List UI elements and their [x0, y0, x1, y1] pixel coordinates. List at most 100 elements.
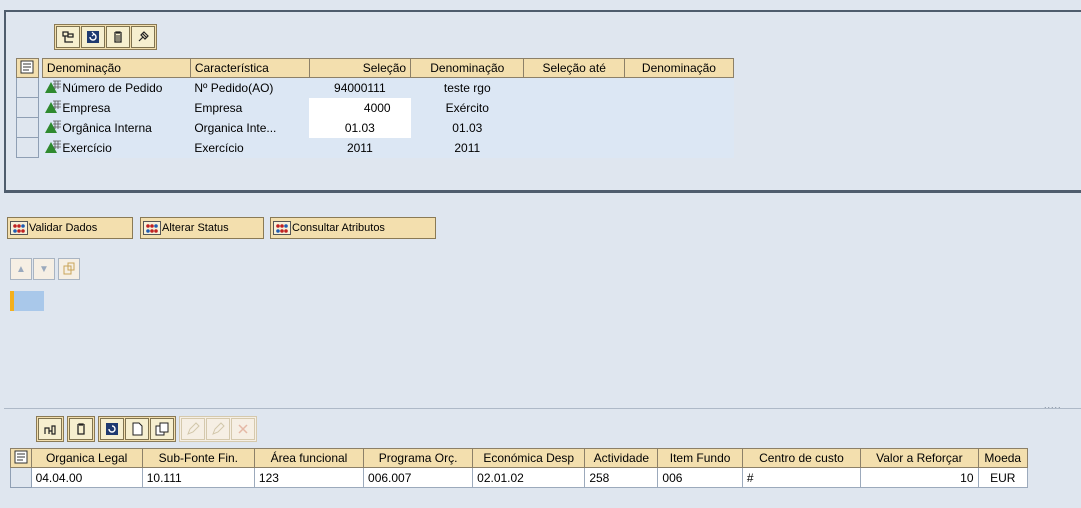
cell-sub-fonte[interactable]: 10.111 — [141, 467, 255, 488]
col-moeda[interactable]: Moeda — [977, 448, 1029, 468]
characteristic-icon — [44, 120, 62, 134]
col-actividade[interactable]: Actividade — [584, 448, 659, 468]
row-selecao[interactable]: 94000111 — [309, 77, 411, 98]
trash-icon — [77, 423, 85, 435]
cell-economica[interactable]: 02.01.02 — [472, 467, 586, 488]
cell-actividade[interactable]: 258 — [584, 467, 659, 488]
hierarchy-button[interactable] — [56, 26, 80, 48]
cell-organica-legal[interactable]: 04.04.00 — [30, 467, 143, 488]
col-programa[interactable]: Programa Orç. — [363, 448, 474, 468]
col-denominacao-2[interactable]: Denominação — [410, 58, 525, 78]
delete-disabled-button — [231, 418, 255, 440]
row-selecao-ate[interactable] — [523, 97, 625, 118]
move-down-button[interactable]: ▼ — [33, 258, 55, 280]
move-up-button[interactable]: ▲ — [10, 258, 32, 280]
row-selector[interactable] — [16, 137, 39, 158]
col-sub-fonte[interactable]: Sub-Fonte Fin. — [141, 448, 255, 468]
row-selecao[interactable]: 4000 — [309, 97, 411, 118]
col-centro-custo[interactable]: Centro de custo — [741, 448, 862, 468]
selection-row[interactable]: Exercício Exercício 2011 2011 — [16, 137, 734, 158]
validar-dados-button[interactable]: Validar Dados — [7, 217, 133, 239]
col-caracteristica[interactable]: Característica — [189, 58, 310, 78]
col-denominacao[interactable]: Denominação — [41, 58, 191, 78]
cell-area-funcional[interactable]: 123 — [253, 467, 365, 488]
tree-selected-node[interactable] — [14, 291, 44, 311]
expand-button[interactable] — [58, 258, 80, 280]
variant-button[interactable] — [131, 26, 155, 48]
col-valor[interactable]: Valor a Reforçar — [860, 448, 979, 468]
delete-button[interactable] — [106, 26, 130, 48]
tree-toolbar: ▲ ▼ — [10, 258, 80, 280]
cell-valor[interactable]: 10 — [860, 467, 979, 488]
delete-row-button[interactable] — [69, 418, 93, 440]
new-document-icon — [132, 422, 143, 436]
row-denominacao: Número de Pedido — [62, 81, 163, 96]
row-caracteristica: Nº Pedido(AO) — [190, 77, 310, 98]
row-caracteristica: Exercício — [190, 137, 310, 158]
detail-group — [36, 416, 64, 442]
detail-button[interactable] — [38, 418, 62, 440]
validar-dados-label: Validar Dados — [29, 222, 98, 234]
selection-toolbar — [54, 24, 157, 50]
execute-icon — [273, 221, 291, 235]
col-denominacao-3[interactable]: Denominação — [623, 58, 735, 78]
copy-row-button[interactable] — [150, 418, 174, 440]
selection-row[interactable]: Empresa Empresa 4000 Exército — [16, 97, 734, 118]
consultar-atributos-button[interactable]: Consultar Atributos — [270, 217, 436, 239]
refresh-icon — [87, 31, 99, 43]
row-denominacao: Empresa — [62, 101, 111, 115]
trash-icon — [114, 31, 122, 43]
copy-icon — [155, 422, 169, 436]
row-denominacao-3 — [624, 117, 734, 138]
alterar-status-label: Alterar Status — [162, 222, 229, 234]
row-selector[interactable] — [16, 117, 39, 138]
alterar-status-button[interactable]: Alterar Status — [140, 217, 264, 239]
arrow-up-icon: ▲ — [16, 263, 26, 275]
row-selecao-ate[interactable] — [523, 137, 625, 158]
cell-programa[interactable]: 006.007 — [363, 467, 474, 488]
row-denominacao-2: teste rgo — [410, 77, 524, 98]
row-denominacao-2: Exército — [410, 97, 524, 118]
col-selecao[interactable]: Seleção — [308, 58, 412, 78]
cell-item-fundo[interactable]: 006 — [657, 467, 743, 488]
row-selector[interactable] — [10, 467, 32, 488]
select-all-icon[interactable] — [10, 448, 32, 468]
select-all-icon[interactable] — [16, 58, 39, 78]
characteristic-icon — [44, 140, 62, 154]
row-denominacao: Orgânica Interna — [62, 121, 152, 135]
cell-moeda[interactable]: EUR — [977, 467, 1029, 488]
col-area-funcional[interactable]: Área funcional — [253, 448, 365, 468]
selection-table: Denominação Característica Seleção Denom… — [16, 58, 735, 158]
edit-alt-button — [206, 418, 230, 440]
refresh-button[interactable] — [81, 26, 105, 48]
row-denominacao-3 — [624, 97, 734, 118]
selection-frame: Denominação Característica Seleção Denom… — [4, 10, 1081, 193]
hierarchy-icon — [62, 31, 74, 43]
row-selector[interactable] — [16, 97, 39, 118]
row-selecao[interactable]: 2011 — [309, 137, 411, 158]
copy-icon — [63, 262, 75, 275]
selection-row[interactable]: Orgânica Interna Organica Inte... 01.03 … — [16, 117, 734, 138]
delete-icon — [238, 424, 248, 434]
refresh-rows-button[interactable] — [100, 418, 124, 440]
col-economica[interactable]: Económica Desp — [472, 448, 586, 468]
col-organica-legal[interactable]: Organica Legal — [30, 448, 143, 468]
row-denominacao: Exercício — [62, 141, 112, 155]
col-item-fundo[interactable]: Item Fundo — [657, 448, 743, 468]
execute-icon — [10, 221, 28, 235]
row-selecao-ate[interactable] — [523, 117, 625, 138]
new-row-button[interactable] — [125, 418, 149, 440]
selection-row[interactable]: Número de Pedido Nº Pedido(AO) 94000111 … — [16, 77, 734, 98]
table-row[interactable]: 04.04.00 10.111 123 006.007 02.01.02 258… — [10, 467, 1029, 488]
edit-button — [181, 418, 205, 440]
cell-centro-custo[interactable]: # — [741, 467, 862, 488]
row-denominacao-3 — [624, 77, 734, 98]
row-selector[interactable] — [16, 77, 39, 98]
characteristic-icon — [44, 80, 62, 94]
row-selecao-ate[interactable] — [523, 77, 625, 98]
col-selecao-ate[interactable]: Seleção até — [523, 58, 625, 78]
row-selecao[interactable]: 01.03 — [309, 117, 411, 138]
tree-panel: ▲ ▼ ..... — [4, 256, 1081, 410]
delete-group — [67, 416, 95, 442]
row-denominacao-3 — [624, 137, 734, 158]
